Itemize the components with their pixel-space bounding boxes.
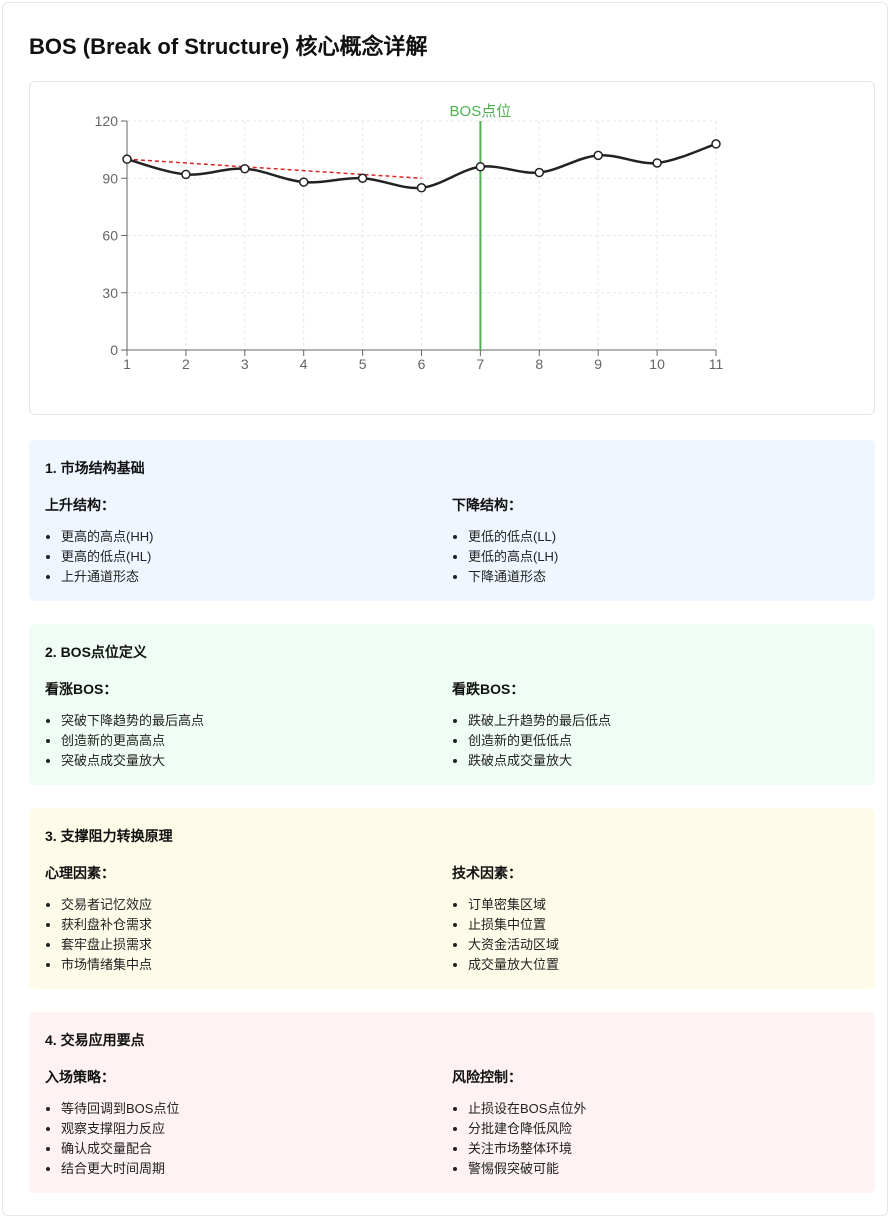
x-tick-label: 11 bbox=[709, 356, 724, 372]
y-tick-label: 0 bbox=[110, 342, 118, 358]
x-tick-label: 8 bbox=[535, 356, 543, 372]
list-item: 确认成交量配合 bbox=[61, 1139, 452, 1159]
list-item: 警惕假突破可能 bbox=[468, 1159, 859, 1179]
page-title: BOS (Break of Structure) 核心概念详解 bbox=[29, 34, 428, 59]
list-item: 跌破上升趋势的最后低点 bbox=[468, 711, 859, 731]
list-item: 突破下降趋势的最后高点 bbox=[61, 711, 452, 731]
point-list: 等待回调到BOS点位 观察支撑阻力反应 确认成交量配合 结合更大时间周期 bbox=[45, 1099, 452, 1179]
y-tick-label: 60 bbox=[102, 228, 118, 244]
list-item: 更低的低点(LL) bbox=[468, 527, 859, 547]
list-item: 更高的低点(HL) bbox=[61, 547, 452, 567]
list-item: 更高的高点(HH) bbox=[61, 527, 452, 547]
x-tick-label: 9 bbox=[594, 356, 602, 372]
right-column: 风险控制： 止损设在BOS点位外 分批建仓降低风险 关注市场整体环境 警惕假突破… bbox=[452, 1067, 859, 1179]
section-heading: 2. BOS点位定义 bbox=[45, 644, 147, 660]
data-point bbox=[357, 173, 368, 183]
list-item: 止损设在BOS点位外 bbox=[468, 1099, 859, 1119]
list-item: 观察支撑阻力反应 bbox=[61, 1119, 452, 1139]
bos-label: BOS点位 bbox=[450, 103, 512, 120]
point-list: 更低的低点(LL) 更低的高点(LH) 下降通道形态 bbox=[452, 527, 859, 587]
column-title: 技术因素： bbox=[452, 865, 522, 881]
point-list: 止损设在BOS点位外 分批建仓降低风险 关注市场整体环境 警惕假突破可能 bbox=[452, 1099, 859, 1179]
point-list: 更高的高点(HH) 更高的低点(HL) 上升通道形态 bbox=[45, 527, 452, 587]
section-bos-definition: 2. BOS点位定义 看涨BOS： 突破下降趋势的最后高点 创造新的更高高点 突… bbox=[29, 624, 875, 785]
data-point bbox=[652, 158, 662, 168]
left-column: 看涨BOS： 突破下降趋势的最后高点 创造新的更高高点 突破点成交量放大 bbox=[45, 679, 452, 771]
x-tick-label: 10 bbox=[649, 356, 665, 372]
point-list: 跌破上升趋势的最后低点 创造新的更低低点 跌破点成交量放大 bbox=[452, 711, 859, 771]
point-list: 交易者记忆效应 获利盘补仓需求 套牢盘止损需求 市场情绪集中点 bbox=[45, 895, 452, 975]
column-title: 风险控制： bbox=[452, 1069, 522, 1085]
section-market-structure: 1. 市场结构基础 上升结构： 更高的高点(HH) 更高的低点(HL) 上升通道… bbox=[29, 440, 875, 601]
list-item: 创造新的更高高点 bbox=[61, 731, 452, 751]
list-item: 下降通道形态 bbox=[468, 567, 859, 587]
right-column: 技术因素： 订单密集区域 止损集中位置 大资金活动区域 成交量放大位置 bbox=[452, 863, 859, 975]
data-point bbox=[181, 169, 191, 180]
list-item: 市场情绪集中点 bbox=[61, 955, 452, 975]
y-tick-label: 90 bbox=[102, 170, 118, 186]
column-title: 看涨BOS： bbox=[45, 681, 118, 697]
list-item: 分批建仓降低风险 bbox=[468, 1119, 859, 1139]
column-title: 入场策略： bbox=[45, 1069, 115, 1085]
list-item: 交易者记忆效应 bbox=[61, 895, 452, 915]
list-item: 等待回调到BOS点位 bbox=[61, 1099, 452, 1119]
data-point bbox=[711, 139, 721, 149]
list-item: 突破点成交量放大 bbox=[61, 751, 452, 771]
left-column: 入场策略： 等待回调到BOS点位 观察支撑阻力反应 确认成交量配合 结合更大时间… bbox=[45, 1067, 452, 1179]
point-list: 突破下降趋势的最后高点 创造新的更高高点 突破点成交量放大 bbox=[45, 711, 452, 771]
list-item: 止损集中位置 bbox=[468, 915, 859, 935]
data-point bbox=[122, 154, 132, 164]
column-title: 心理因素： bbox=[45, 865, 115, 881]
column-title: 上升结构： bbox=[45, 497, 115, 513]
list-item: 套牢盘止损需求 bbox=[61, 935, 452, 955]
list-item: 创造新的更低低点 bbox=[468, 731, 859, 751]
chart-card: 0 30 60 90 120 1 2 3 4 5 6 7 8 9 10 11 BOS点位 bbox=[29, 81, 875, 415]
section-support-resistance: 3. 支撑阻力转换原理 心理因素： 交易者记忆效应 获利盘补仓需求 套牢盘止损需… bbox=[29, 808, 875, 989]
page-container: BOS (Break of Structure) 核心概念详解 0 30 60 90 1… bbox=[2, 2, 888, 1216]
left-column: 上升结构： 更高的高点(HH) 更高的低点(HL) 上升通道形态 bbox=[45, 495, 452, 587]
data-point bbox=[593, 150, 603, 161]
list-item: 成交量放大位置 bbox=[468, 955, 859, 975]
right-column: 看跌BOS： 跌破上升趋势的最后低点 创造新的更低低点 跌破点成交量放大 bbox=[452, 679, 859, 771]
x-tick-label: 1 bbox=[123, 356, 131, 372]
section-trading-application: 4. 交易应用要点 入场策略： 等待回调到BOS点位 观察支撑阻力反应 确认成交… bbox=[29, 1012, 875, 1193]
left-column: 心理因素： 交易者记忆效应 获利盘补仓需求 套牢盘止损需求 市场情绪集中点 bbox=[45, 863, 452, 975]
x-tick-label: 3 bbox=[241, 356, 249, 372]
x-tick-label: 2 bbox=[182, 356, 190, 372]
y-tick-label: 120 bbox=[95, 113, 119, 129]
list-item: 订单密集区域 bbox=[468, 895, 859, 915]
data-point bbox=[240, 163, 250, 174]
list-item: 跌破点成交量放大 bbox=[468, 751, 859, 771]
column-title: 看跌BOS： bbox=[452, 681, 525, 697]
section-heading: 4. 交易应用要点 bbox=[45, 1032, 145, 1048]
data-point bbox=[416, 183, 427, 193]
y-tick-label: 30 bbox=[102, 285, 118, 301]
column-title: 下降结构： bbox=[452, 497, 522, 513]
list-item: 上升通道形态 bbox=[61, 567, 452, 587]
x-tick-label: 5 bbox=[359, 356, 367, 372]
data-point bbox=[475, 162, 486, 172]
section-heading: 1. 市场结构基础 bbox=[45, 460, 145, 476]
section-heading: 3. 支撑阻力转换原理 bbox=[45, 828, 173, 844]
data-point bbox=[534, 167, 545, 178]
list-item: 更低的高点(LH) bbox=[468, 547, 859, 567]
x-tick-label: 6 bbox=[418, 356, 426, 372]
list-item: 结合更大时间周期 bbox=[61, 1159, 452, 1179]
list-item: 获利盘补仓需求 bbox=[61, 915, 452, 935]
data-point bbox=[298, 177, 309, 187]
x-tick-label: 4 bbox=[300, 356, 308, 372]
list-item: 大资金活动区域 bbox=[468, 935, 859, 955]
bos-line-chart: 0 30 60 90 120 1 2 3 4 5 6 7 8 9 10 11 BOS点位 bbox=[95, 103, 724, 372]
x-tick-label: 7 bbox=[477, 356, 485, 372]
list-item: 关注市场整体环境 bbox=[468, 1139, 859, 1159]
point-list: 订单密集区域 止损集中位置 大资金活动区域 成交量放大位置 bbox=[452, 895, 859, 975]
right-column: 下降结构： 更低的低点(LL) 更低的高点(LH) 下降通道形态 bbox=[452, 495, 859, 587]
